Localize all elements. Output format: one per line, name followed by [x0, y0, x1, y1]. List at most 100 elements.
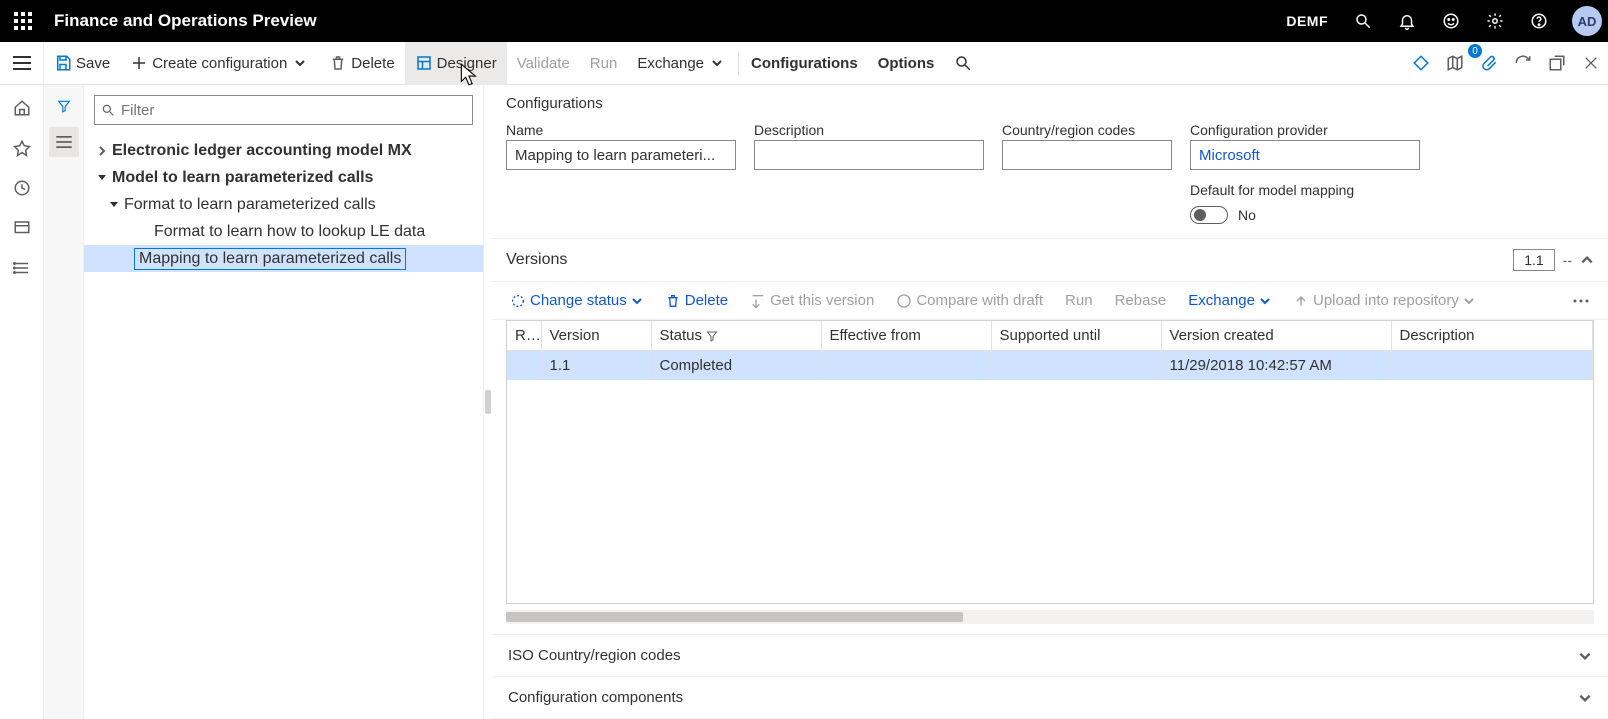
collapse-icon[interactable]	[92, 173, 112, 183]
provider-field[interactable]: Microsoft	[1190, 140, 1420, 170]
configurations-button[interactable]: Configurations	[741, 42, 868, 85]
filter-field[interactable]	[121, 102, 466, 119]
default-mm-label: Default for model mapping	[1190, 182, 1420, 198]
version-exchange-label: Exchange	[1188, 292, 1255, 309]
more-icon[interactable]	[1564, 294, 1598, 308]
country-codes-field[interactable]	[1002, 140, 1172, 170]
run-label: Run	[590, 55, 618, 72]
get-version-button: Get this version	[742, 288, 882, 313]
description-label: Description	[754, 122, 984, 138]
version-chip[interactable]: 1.1	[1513, 249, 1554, 271]
col-effective[interactable]: Effective from	[821, 321, 991, 351]
table-header: R... Version Status Effective from Suppo…	[507, 321, 1593, 351]
tree-label: Model to learn parameterized calls	[112, 169, 373, 187]
save-button[interactable]: Save	[44, 42, 120, 85]
app-launcher-icon[interactable]	[6, 4, 40, 38]
expand-icon[interactable]	[92, 146, 112, 156]
components-expander[interactable]: Configuration components	[492, 676, 1608, 719]
default-mm-value: No	[1238, 207, 1256, 223]
map-icon[interactable]	[1438, 46, 1472, 80]
col-supported[interactable]: Supported until	[991, 321, 1161, 351]
version-dash: --	[1563, 252, 1572, 268]
filter-input[interactable]	[94, 95, 473, 125]
upload-repo-button: Upload into repository	[1285, 288, 1483, 313]
favorite-icon[interactable]	[5, 131, 39, 165]
gear-icon[interactable]	[1478, 4, 1512, 38]
cell-effective	[821, 351, 991, 381]
collapse-icon[interactable]	[104, 200, 124, 210]
default-mm-toggle[interactable]	[1190, 206, 1228, 224]
cell-created: 11/29/2018 10:42:57 AM	[1161, 351, 1391, 381]
iso-codes-expander[interactable]: ISO Country/region codes	[492, 634, 1608, 676]
tree-item-selected[interactable]: Mapping to learn parameterized calls	[84, 245, 483, 272]
description-field[interactable]	[754, 140, 984, 170]
version-exchange-button[interactable]: Exchange	[1180, 288, 1279, 313]
col-description[interactable]: Description	[1391, 321, 1593, 351]
configurations-label: Configurations	[751, 55, 858, 72]
iso-codes-label: ISO Country/region codes	[508, 647, 681, 664]
tree-pane: Electronic ledger accounting model MX Mo…	[84, 85, 484, 719]
command-bar: Save Create configuration Delete Designe…	[0, 42, 1608, 85]
bell-icon[interactable]	[1390, 4, 1424, 38]
horizontal-scrollbar[interactable]	[506, 610, 1594, 624]
diamond-icon[interactable]	[1404, 46, 1438, 80]
cell-description	[1391, 351, 1593, 381]
titlebar: Finance and Operations Preview DEMF AD	[0, 0, 1608, 42]
tree-item[interactable]: Format to learn how to lookup LE data	[84, 218, 483, 245]
search-icon[interactable]	[1346, 4, 1380, 38]
home-icon[interactable]	[5, 91, 39, 125]
tree-label: Format to learn parameterized calls	[124, 196, 376, 214]
attachments-badge: 0	[1468, 44, 1482, 58]
provider-label: Configuration provider	[1190, 122, 1420, 138]
designer-button[interactable]: Designer	[405, 42, 507, 85]
help-icon[interactable]	[1522, 4, 1556, 38]
user-avatar[interactable]: AD	[1572, 6, 1602, 36]
col-r[interactable]: R...	[507, 321, 541, 351]
collapse-section-icon[interactable]	[1580, 253, 1594, 267]
tree-item[interactable]: Model to learn parameterized calls	[84, 164, 483, 191]
smile-icon[interactable]	[1434, 4, 1468, 38]
validate-button: Validate	[507, 42, 580, 85]
find-button[interactable]	[944, 42, 982, 85]
create-config-label: Create configuration	[152, 55, 287, 72]
tree-label: Mapping to learn parameterized calls	[134, 248, 406, 270]
upload-repo-label: Upload into repository	[1313, 292, 1459, 309]
create-config-button[interactable]: Create configuration	[120, 42, 319, 85]
splitter-grip[interactable]	[485, 390, 491, 414]
version-run-button: Run	[1057, 288, 1101, 313]
refresh-icon[interactable]	[1506, 46, 1540, 80]
name-field[interactable]: Mapping to learn parameteri...	[506, 140, 736, 170]
chevron-down-icon	[708, 57, 726, 69]
close-icon[interactable]	[1574, 46, 1608, 80]
popout-icon[interactable]	[1540, 46, 1574, 80]
delete-label: Delete	[351, 55, 394, 72]
hamburger-icon[interactable]	[0, 42, 44, 85]
workspaces-icon[interactable]	[5, 211, 39, 245]
attachments-icon[interactable]: 0	[1472, 46, 1506, 80]
chevron-down-icon	[291, 57, 309, 69]
list-pane-icon[interactable]	[49, 127, 79, 157]
modules-icon[interactable]	[5, 251, 39, 285]
compare-button: Compare with draft	[888, 288, 1051, 313]
sub-rail	[44, 85, 84, 719]
filter-pane-icon[interactable]	[49, 91, 79, 121]
col-version[interactable]: Version	[541, 321, 651, 351]
versions-grid[interactable]: R... Version Status Effective from Suppo…	[506, 320, 1594, 604]
components-label: Configuration components	[508, 689, 683, 706]
exchange-button[interactable]: Exchange	[627, 42, 736, 85]
recent-icon[interactable]	[5, 171, 39, 205]
col-status[interactable]: Status	[651, 321, 821, 351]
splitter[interactable]	[484, 85, 492, 719]
scrollbar-thumb[interactable]	[506, 612, 963, 622]
tree-item[interactable]: Electronic ledger accounting model MX	[84, 137, 483, 164]
compare-label: Compare with draft	[916, 292, 1043, 309]
change-status-button[interactable]: Change status	[502, 288, 651, 313]
table-row[interactable]: 1.1 Completed 11/29/2018 10:42:57 AM	[507, 351, 1593, 381]
version-delete-button[interactable]: Delete	[657, 288, 736, 313]
col-created[interactable]: Version created	[1161, 321, 1391, 351]
save-label: Save	[76, 55, 110, 72]
tree-item[interactable]: Format to learn parameterized calls	[84, 191, 483, 218]
delete-button[interactable]: Delete	[319, 42, 404, 85]
configurations-heading: Configurations	[506, 85, 1594, 122]
options-button[interactable]: Options	[868, 42, 945, 85]
